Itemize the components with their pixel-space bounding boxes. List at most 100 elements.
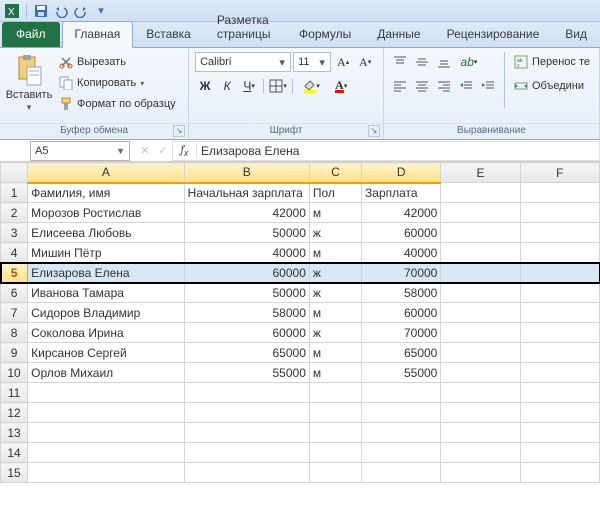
worksheet-grid[interactable]: A B C D E F 1Фамилия, имяНачальная зарпл… xyxy=(0,162,600,483)
copy-button[interactable]: Копировать ▾ xyxy=(56,73,179,93)
cell[interactable] xyxy=(441,423,520,443)
cut-button[interactable]: Вырезать xyxy=(56,52,179,72)
cell[interactable]: Фамилия, имя xyxy=(28,183,185,203)
tab-data[interactable]: Данные xyxy=(364,21,433,47)
cell[interactable] xyxy=(362,463,441,483)
name-box[interactable]: A5 ▼ xyxy=(30,141,130,161)
cell[interactable]: м xyxy=(309,203,361,223)
row-header[interactable]: 10 xyxy=(1,363,28,383)
cell[interactable] xyxy=(520,403,599,423)
cell[interactable] xyxy=(520,303,599,323)
merge-center-button[interactable]: Объедини xyxy=(511,76,593,96)
undo-icon[interactable] xyxy=(53,3,69,19)
qat-dropdown-icon[interactable]: ▾ xyxy=(93,3,109,19)
table-row[interactable]: 10Орлов Михаил55000м55000 xyxy=(1,363,600,383)
row-header[interactable]: 2 xyxy=(1,203,28,223)
cell[interactable] xyxy=(309,443,361,463)
cell[interactable] xyxy=(520,343,599,363)
cell[interactable] xyxy=(441,463,520,483)
column-header[interactable]: A xyxy=(28,163,185,183)
tab-file[interactable]: Файл xyxy=(2,22,60,47)
cell[interactable]: Сидоров Владимир xyxy=(28,303,185,323)
column-header[interactable]: F xyxy=(520,163,599,183)
formula-bar[interactable]: fx Елизарова Елена xyxy=(172,141,600,161)
table-row[interactable]: 3Елисеева Любовь50000ж60000 xyxy=(1,223,600,243)
align-top-button[interactable] xyxy=(390,52,410,72)
cell[interactable] xyxy=(309,423,361,443)
row-header[interactable]: 4 xyxy=(1,243,28,263)
font-name-combo[interactable]: Calibri ▾ xyxy=(195,52,291,72)
table-row[interactable]: 8Соколова Ирина60000ж70000 xyxy=(1,323,600,343)
tab-view[interactable]: Вид xyxy=(552,21,600,47)
cell[interactable] xyxy=(441,243,520,263)
align-middle-button[interactable] xyxy=(412,52,432,72)
cell[interactable] xyxy=(28,383,185,403)
row-header[interactable]: 1 xyxy=(1,183,28,203)
cell[interactable] xyxy=(184,463,309,483)
cell[interactable]: ж xyxy=(309,263,361,283)
row-header[interactable]: 8 xyxy=(1,323,28,343)
cell[interactable] xyxy=(520,323,599,343)
cell[interactable] xyxy=(520,423,599,443)
cell[interactable] xyxy=(309,463,361,483)
row-header[interactable]: 12 xyxy=(1,403,28,423)
cell[interactable]: м xyxy=(309,343,361,363)
cell[interactable]: 60000 xyxy=(362,303,441,323)
cell[interactable] xyxy=(184,423,309,443)
cell[interactable]: 50000 xyxy=(184,223,309,243)
align-bottom-button[interactable] xyxy=(434,52,454,72)
cell[interactable]: Елизарова Елена xyxy=(28,263,185,283)
bold-button[interactable]: Ж xyxy=(195,76,215,96)
row-header[interactable]: 7 xyxy=(1,303,28,323)
cell[interactable] xyxy=(28,423,185,443)
cell[interactable] xyxy=(28,443,185,463)
cell[interactable] xyxy=(441,403,520,423)
row-header[interactable]: 5 xyxy=(1,263,28,283)
table-row[interactable]: 4Мишин Пётр40000м40000 xyxy=(1,243,600,263)
cell[interactable]: ж xyxy=(309,223,361,243)
row-header[interactable]: 13 xyxy=(1,423,28,443)
row-header[interactable]: 3 xyxy=(1,223,28,243)
tab-page-layout[interactable]: Разметка страницы xyxy=(204,7,286,47)
borders-button[interactable]: ▾ xyxy=(268,76,288,96)
paste-button[interactable]: Вставить ▼ xyxy=(6,52,52,116)
cell[interactable]: 42000 xyxy=(362,203,441,223)
shrink-font-button[interactable]: A▾ xyxy=(355,52,375,72)
table-row[interactable]: 7Сидоров Владимир58000м60000 xyxy=(1,303,600,323)
table-row[interactable]: 1Фамилия, имяНачальная зарплатаПолЗарпла… xyxy=(1,183,600,203)
row-header[interactable]: 14 xyxy=(1,443,28,463)
tab-review[interactable]: Рецензирование xyxy=(434,21,553,47)
cell[interactable]: 58000 xyxy=(362,283,441,303)
cell[interactable] xyxy=(520,223,599,243)
cell[interactable] xyxy=(309,383,361,403)
row-header[interactable]: 15 xyxy=(1,463,28,483)
cell[interactable] xyxy=(441,203,520,223)
column-header[interactable]: B xyxy=(184,163,309,183)
table-row[interactable]: 2Морозов Ростислав42000м42000 xyxy=(1,203,600,223)
table-row[interactable]: 5Елизарова Елена60000ж70000 xyxy=(1,263,600,283)
fx-icon[interactable]: fx xyxy=(173,143,197,158)
cell[interactable] xyxy=(184,403,309,423)
dialog-launcher-icon[interactable]: ↘ xyxy=(173,125,185,137)
save-icon[interactable] xyxy=(33,3,49,19)
cell[interactable]: Елисеева Любовь xyxy=(28,223,185,243)
cell[interactable] xyxy=(441,183,520,203)
orientation-button[interactable]: ab▾ xyxy=(456,52,482,72)
cell[interactable]: Иванова Тамара xyxy=(28,283,185,303)
cell[interactable]: м xyxy=(309,363,361,383)
cell[interactable] xyxy=(441,283,520,303)
cell[interactable] xyxy=(520,243,599,263)
cell[interactable] xyxy=(28,403,185,423)
cell[interactable]: 70000 xyxy=(362,323,441,343)
cell[interactable]: 40000 xyxy=(362,243,441,263)
cell[interactable] xyxy=(520,203,599,223)
cell[interactable]: Зарплата xyxy=(362,183,441,203)
cell[interactable] xyxy=(520,383,599,403)
cell[interactable] xyxy=(520,283,599,303)
cell[interactable]: ж xyxy=(309,283,361,303)
cell[interactable] xyxy=(520,443,599,463)
cell[interactable] xyxy=(184,383,309,403)
cell[interactable]: 42000 xyxy=(184,203,309,223)
cell[interactable] xyxy=(362,383,441,403)
row-header[interactable]: 9 xyxy=(1,343,28,363)
